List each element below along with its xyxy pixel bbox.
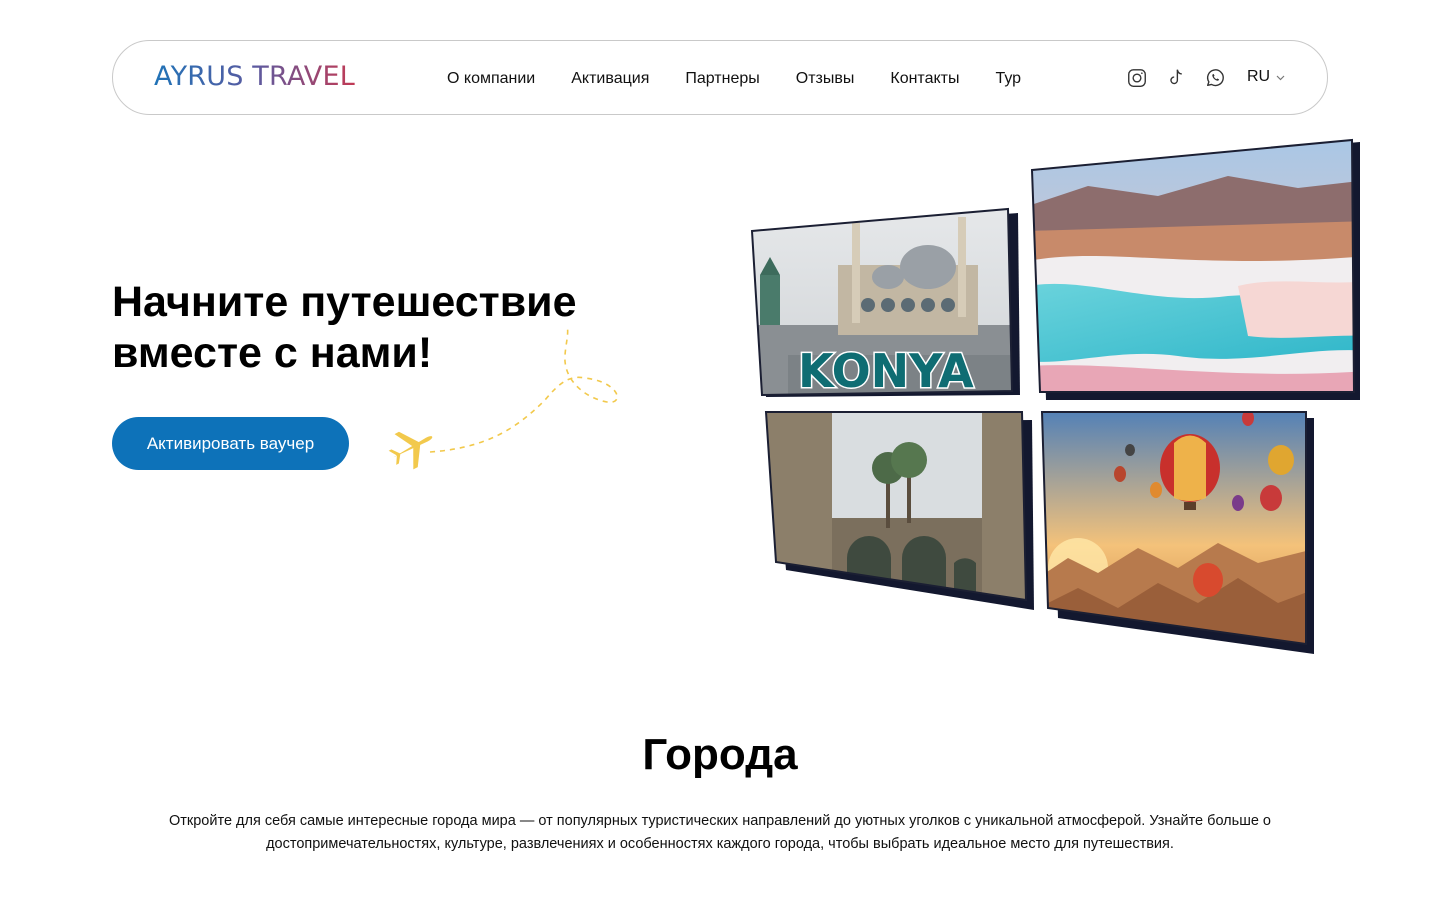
- nav-item-contacts[interactable]: Контакты: [890, 70, 959, 88]
- nav-item-about[interactable]: О компании: [447, 70, 535, 88]
- nav-item-partners[interactable]: Партнеры: [685, 70, 759, 88]
- whatsapp-icon[interactable]: [1202, 65, 1228, 91]
- chevron-down-icon: [1276, 68, 1285, 86]
- instagram-icon[interactable]: [1124, 65, 1150, 91]
- tiktok-icon[interactable]: [1163, 65, 1189, 91]
- plane-flight-path-icon: [388, 324, 618, 470]
- airplane-icon: [388, 431, 433, 470]
- nav-item-tour[interactable]: Тур: [995, 70, 1021, 88]
- konya-sign: KONYA: [798, 344, 974, 398]
- hero-title-line1: Начните путешествие: [112, 278, 577, 326]
- cities-section-title: Города: [642, 730, 798, 779]
- brand-logo[interactable]: AYRUS TRAVEL: [154, 61, 355, 92]
- main-nav: О компании Активация Партнеры Отзывы Кон…: [447, 41, 1021, 116]
- language-selector[interactable]: RU: [1247, 67, 1285, 86]
- activate-voucher-button[interactable]: Активировать ваучер: [112, 417, 349, 470]
- cities-section-description: Откройте для себя самые интересные город…: [168, 813, 1271, 852]
- language-label: RU: [1247, 67, 1271, 85]
- social-links: [1124, 65, 1241, 91]
- site-header: AYRUS TRAVEL О компании Активация Партне…: [112, 40, 1328, 115]
- nav-item-reviews[interactable]: Отзывы: [796, 70, 855, 88]
- nav-item-activation[interactable]: Активация: [571, 70, 649, 88]
